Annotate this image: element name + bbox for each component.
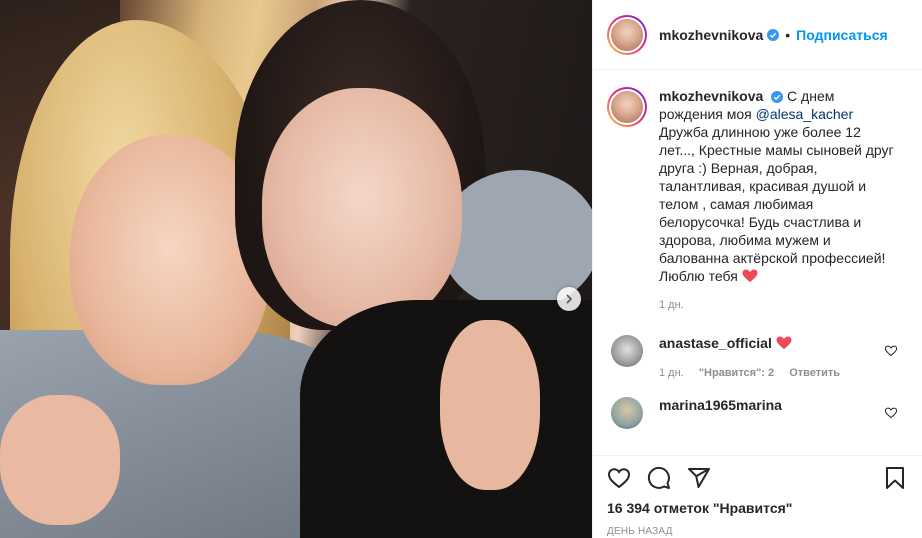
post-actions: 16 394 отметок "Нравится" ДЕНЬ НАЗАД [593,455,922,538]
comment-icon[interactable] [647,466,671,490]
comments-list[interactable]: mkozhevnikova С днем рождения моя @alesa… [593,71,922,455]
comment-avatar[interactable] [611,397,643,429]
share-icon[interactable] [687,466,711,490]
follow-button[interactable]: Подписаться [796,27,888,43]
photo-face-right [262,88,462,328]
post-sidebar: mkozhevnikova • Подписаться mkozhevnikov… [592,0,922,538]
heart-icon [742,269,758,282]
post-photo[interactable] [0,0,592,538]
heart-icon[interactable] [885,407,897,419]
comment-age: 1 дн. [659,367,684,379]
comment-avatar[interactable] [611,335,643,367]
author-username[interactable]: mkozhevnikova [659,27,763,43]
comment-body: marina1965marina [659,397,782,429]
photo-hand [440,320,540,490]
caption-body: Дружба длинною уже более 12 лет..., Крес… [659,124,894,284]
heart-icon [776,336,792,349]
photo-hand-left [0,395,120,525]
comment-username[interactable]: anastase_official [659,335,772,351]
action-icons [607,462,907,494]
caption-author[interactable]: mkozhevnikova [659,88,763,104]
likes-count[interactable]: 16 394 отметок "Нравится" [607,500,907,516]
separator-dot: • [785,26,791,43]
comment-item: anastase_official 1 дн. "Нравится": 2 От… [607,335,907,379]
comment-item: marina1965marina [607,397,907,429]
verified-icon [767,28,780,41]
next-photo-button[interactable] [557,287,581,311]
author-avatar[interactable] [607,14,647,55]
comment-likes[interactable]: "Нравится": 2 [699,367,774,379]
heart-icon[interactable] [607,466,631,490]
post-header: mkozhevnikova • Подписаться [593,0,922,70]
comment-body: anastase_official 1 дн. "Нравится": 2 От… [659,335,852,379]
comment-username[interactable]: marina1965marina [659,397,782,413]
verified-icon [771,91,784,104]
bookmark-icon[interactable] [883,466,907,490]
reply-button[interactable]: Ответить [789,367,840,379]
caption: mkozhevnikova С днем рождения моя @alesa… [607,87,907,285]
avatar [609,89,645,125]
caption-mention[interactable]: @alesa_kacher [756,106,854,122]
chevron-right-icon [566,294,573,304]
caption-avatar[interactable] [607,87,647,127]
caption-text: mkozhevnikova С днем рождения моя @alesa… [659,87,899,285]
comment-meta: 1 дн. "Нравится": 2 Ответить [659,367,852,379]
heart-icon[interactable] [885,345,897,357]
caption-age: 1 дн. [659,299,684,311]
avatar [609,16,645,53]
post-date[interactable]: ДЕНЬ НАЗАД [607,526,907,537]
